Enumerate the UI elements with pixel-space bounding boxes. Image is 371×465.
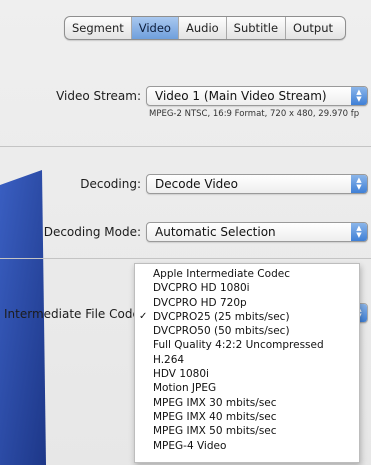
menu-item-apple-intermediate[interactable]: Apple Intermediate Codec: [135, 267, 359, 281]
tab-output[interactable]: Output: [286, 17, 340, 39]
tab-segment[interactable]: Segment: [65, 17, 132, 39]
menu-item-dvcpro-hd-1080i[interactable]: DVCPRO HD 1080i: [135, 281, 359, 295]
tab-video[interactable]: Video: [131, 17, 179, 39]
video-stream-label: Video Stream:: [56, 89, 141, 103]
codec-dropdown-menu: Apple Intermediate Codec DVCPRO HD 1080i…: [134, 263, 360, 463]
menu-item-dvcpro50[interactable]: DVCPRO50 (50 mbits/sec): [135, 324, 359, 338]
decoding-popup[interactable]: Decode Video ▲ ▼: [146, 174, 368, 194]
decoding-label: Decoding:: [80, 177, 141, 191]
decoding-mode-value: Automatic Selection: [155, 225, 276, 239]
decoding-value: Decode Video: [155, 177, 238, 191]
updown-arrows-icon: ▲▼: [351, 223, 367, 241]
decoding-mode-popup[interactable]: Automatic Selection ▲ ▼: [146, 222, 368, 242]
video-settings-panel: Segment Video Audio Subtitle Output Vide…: [0, 0, 371, 465]
decoding-mode-label: Decoding Mode:: [43, 225, 141, 239]
menu-item-mpeg-imx-50[interactable]: MPEG IMX 50 mbits/sec: [135, 424, 359, 438]
divider: [0, 146, 371, 147]
updown-arrows-icon: ▲▼: [351, 87, 367, 105]
intermediate-codec-label: Intermediate File Codec: [4, 307, 147, 321]
divider: [0, 258, 371, 259]
checkmark-icon: ✓: [139, 310, 148, 322]
video-stream-popup[interactable]: Video 1 (Main Video Stream) ▲ ▼: [146, 86, 368, 106]
menu-item-mpeg-imx-40[interactable]: MPEG IMX 40 mbits/sec: [135, 410, 359, 424]
menu-item-dvcpro25[interactable]: ✓ DVCPRO25 (25 mbits/sec): [135, 310, 359, 324]
menu-item-hdv-1080i[interactable]: HDV 1080i: [135, 367, 359, 381]
tab-audio[interactable]: Audio: [179, 17, 227, 39]
video-stream-info: MPEG-2 NTSC, 16:9 Format, 720 x 480, 29.…: [149, 109, 360, 119]
menu-item-mpeg-imx-30[interactable]: MPEG IMX 30 mbits/sec: [135, 396, 359, 410]
menu-item-mpeg4-video[interactable]: MPEG-4 Video: [135, 439, 359, 453]
updown-arrows-icon: ▲▼: [351, 175, 367, 193]
video-stream-value: Video 1 (Main Video Stream): [155, 89, 327, 103]
tab-bar: Segment Video Audio Subtitle Output: [64, 16, 346, 40]
menu-item-motion-jpeg[interactable]: Motion JPEG: [135, 381, 359, 395]
menu-item-full-quality-422[interactable]: Full Quality 4:2:2 Uncompressed: [135, 338, 359, 352]
tab-subtitle[interactable]: Subtitle: [227, 17, 287, 39]
menu-item-h264[interactable]: H.264: [135, 353, 359, 367]
menu-item-dvcpro-hd-720p[interactable]: DVCPRO HD 720p: [135, 296, 359, 310]
